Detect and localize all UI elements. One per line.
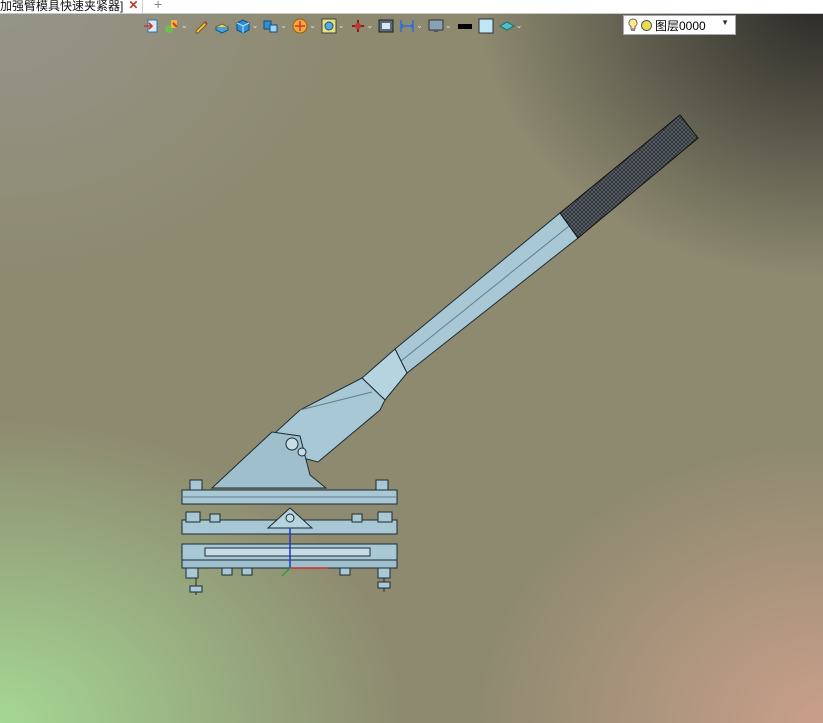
render-style-button[interactable]: ⌄ [292,15,316,37]
line-color-button[interactable] [457,15,473,37]
chevron-down-icon[interactable]: ⌄ [280,22,287,30]
chevron-down-icon[interactable]: ⌄ [252,22,259,30]
document-tab[interactable]: 加强臂模具快速夹紧器] ✕ [0,0,144,13]
color-black-icon [457,24,472,29]
layer-stack-icon [498,21,515,31]
top-plate [181,489,398,505]
layer-manager-button[interactable]: ⌄ [498,15,523,37]
fill-color-button[interactable] [478,15,494,37]
screenshot-icon [378,19,394,33]
color-lightblue-icon [478,18,494,34]
pointer-tool-icon [351,20,364,32]
handle-rod [394,212,579,374]
clamp-3d-model[interactable] [0,0,823,723]
render-style-icon [292,18,308,34]
assembly-icon [263,20,278,33]
chevron-down-icon[interactable]: ⌄ [309,22,316,30]
dimension-button[interactable]: ⌄ [399,15,423,37]
screenshot-button[interactable] [378,15,394,37]
pointer-tool-button[interactable]: ⌄ [350,15,374,37]
layer-color-icon[interactable] [641,19,652,31]
new-tab-icon[interactable]: + [154,0,162,12]
document-tab-bar: 加强臂模具快速夹紧器] ✕ + [0,0,823,14]
close-icon[interactable]: ✕ [128,0,138,12]
sketch-button[interactable] [193,15,209,37]
display-button[interactable]: ⌄ [428,15,452,37]
snap-tool-icon [165,20,178,33]
chevron-down-icon[interactable]: ⌄ [338,22,345,30]
assembly-button[interactable]: ⌄ [263,15,287,37]
document-tab-label: 加强臂模具快速夹紧器] [0,0,124,13]
extrude-icon [214,23,229,34]
chevron-down-icon[interactable]: ⌄ [181,22,188,30]
dropdown-arrow-icon[interactable]: ▼ [721,18,729,27]
extrude-button[interactable] [214,15,230,37]
handle-grip [559,114,699,239]
import-icon [144,19,158,33]
snap-tool-button[interactable]: ⌄ [164,15,188,37]
pencil-icon [195,21,208,34]
solid-box-button[interactable]: ⌄ [235,15,259,37]
lightbulb-icon[interactable] [628,18,638,32]
chevron-down-icon[interactable]: ⌄ [367,22,374,30]
view-toolbar: ⌄ ⌄ ⌄ ⌄ ⌄ ⌄ ⌄ ⌄ ⌄ [143,14,527,38]
layer-dropdown[interactable]: 图层0000 ▼ [623,15,736,35]
layer-name: 图层0000 [655,18,706,33]
import-button[interactable] [143,15,159,37]
solid-box-icon [236,19,250,34]
zoom-view-button[interactable]: ⌄ [321,15,345,37]
display-monitor-icon [428,19,444,32]
chevron-down-icon[interactable]: ⌄ [416,22,423,30]
zoom-view-icon [321,18,337,34]
dimension-icon [400,20,415,32]
chevron-down-icon[interactable]: ⌄ [445,22,452,30]
chevron-down-icon[interactable]: ⌄ [516,22,523,30]
